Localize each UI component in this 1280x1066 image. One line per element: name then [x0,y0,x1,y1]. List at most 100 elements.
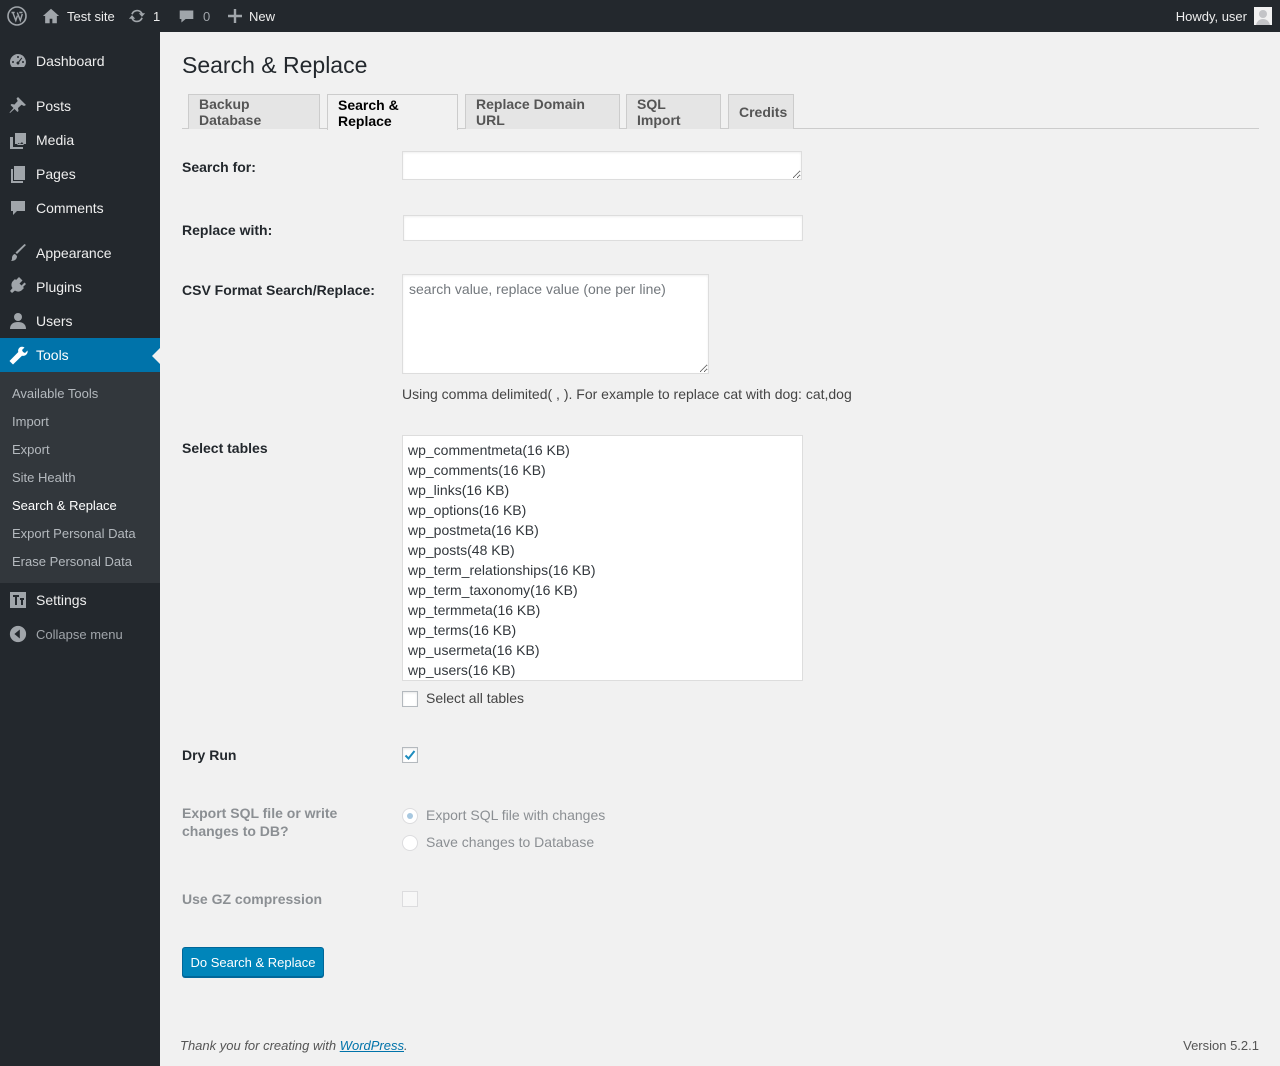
home-icon [42,8,60,24]
table-option[interactable]: wp_usermeta(16 KB) [403,640,802,660]
replace-with-input[interactable] [403,215,803,241]
table-option[interactable]: wp_options(16 KB) [403,500,802,520]
submenu-site-health[interactable]: Site Health [12,470,76,485]
collapse-menu-label: Collapse menu [36,626,123,642]
footer-thanks-text: Thank you for creating with [180,1038,340,1053]
comments-count: 0 [203,8,211,24]
csv-hint: Using comma delimited( , ). For example … [402,386,852,402]
sidebar-item-settings[interactable]: Settings [0,583,160,617]
admin-bar: Test site 1 0 New Howdy, user [0,0,1280,32]
dashboard-icon [0,51,36,71]
sidebar-item-comments[interactable]: Comments [0,191,160,225]
table-option[interactable]: wp_term_relationships(16 KB) [403,560,802,580]
table-option[interactable]: wp_terms(16 KB) [403,620,802,640]
gz-compression-checkbox[interactable] [402,891,418,907]
sidebar-item-media[interactable]: Media [0,123,160,157]
sidebar-item-label: Tools [36,347,69,363]
sidebar-item-label: Media [36,132,75,148]
pushpin-icon [0,96,36,116]
nav-tabs: Backup Database Search & Replace Replace… [182,94,1259,130]
new-content-link[interactable]: New [228,0,275,32]
tab-credits[interactable]: Credits [728,94,794,129]
search-for-label: Search for: [182,159,256,175]
collapse-arrow-icon [0,625,36,643]
submenu-import[interactable]: Import [12,414,49,429]
export-mode-label: Export SQL file or write changes to DB? [182,805,338,839]
wrench-icon [0,345,36,365]
select-tables-label: Select tables [182,440,268,456]
submenu-export-personal-data[interactable]: Export Personal Data [12,526,136,541]
plus-icon [228,9,242,23]
dry-run-checkbox[interactable] [402,747,418,763]
avatar [1254,7,1272,25]
sidebar-item-tools[interactable]: Tools [0,338,160,372]
new-label: New [249,8,276,24]
sidebar-item-label: Users [36,313,73,329]
select-all-checkbox[interactable] [402,691,418,707]
my-account-link[interactable]: Howdy, user [1176,0,1272,32]
page-title: Search & Replace [182,52,368,78]
table-option[interactable]: wp_commentmeta(16 KB) [403,440,802,460]
sidebar-item-label: Appearance [36,245,112,261]
admin-sidebar: Dashboard Posts Media Pages Comments App… [0,32,160,1066]
sidebar-item-dashboard[interactable]: Dashboard [0,44,160,78]
tab-sql-import[interactable]: SQL Import [626,94,721,129]
footer-thanks: Thank you for creating with WordPress. [180,1038,408,1053]
save-to-db-radio[interactable] [402,835,418,851]
plugin-icon [0,277,36,297]
wordpress-logo-icon[interactable] [0,0,34,32]
tools-submenu: Available Tools Import Export Site Healt… [0,372,160,583]
updates-icon [128,9,146,23]
footer-thanks-suffix: . [404,1038,408,1053]
csv-textarea[interactable] [402,274,709,374]
save-to-db-label: Save changes to Database [426,834,595,850]
export-sql-radio[interactable] [402,808,418,824]
sidebar-item-label: Comments [36,200,104,216]
greeting: Howdy, user [1175,8,1247,24]
sidebar-item-label: Dashboard [36,53,105,69]
table-option[interactable]: wp_links(16 KB) [403,480,802,500]
table-option[interactable]: wp_users(16 KB) [403,660,802,680]
sidebar-item-appearance[interactable]: Appearance [0,236,160,270]
sidebar-item-plugins[interactable]: Plugins [0,270,160,304]
table-option[interactable]: wp_postmeta(16 KB) [403,520,802,540]
sidebar-item-label: Settings [36,592,87,608]
table-option[interactable]: wp_posts(48 KB) [403,540,802,560]
tab-replace-domain-url[interactable]: Replace Domain URL [465,94,620,129]
tab-search-replace[interactable]: Search & Replace [327,94,458,130]
submenu-erase-personal-data[interactable]: Erase Personal Data [12,554,132,569]
replace-with-label: Replace with: [182,222,273,238]
dry-run-label: Dry Run [182,747,237,763]
submenu-search-replace[interactable]: Search & Replace [12,498,117,513]
table-option[interactable]: wp_termmeta(16 KB) [403,600,802,620]
updates-link[interactable]: 1 [128,0,160,32]
comment-bubble-icon [179,10,194,22]
search-for-input[interactable] [402,151,802,180]
table-option[interactable]: wp_term_taxonomy(16 KB) [403,580,802,600]
wordpress-link[interactable]: WordPress [340,1038,404,1053]
paintbrush-icon [0,243,36,263]
select-all-label: Select all tables [426,690,525,706]
site-name-link[interactable]: Test site [42,0,115,32]
tables-listbox[interactable]: wp_commentmeta(16 KB) wp_comments(16 KB)… [402,435,803,681]
settings-icon [0,590,36,610]
sidebar-item-posts[interactable]: Posts [0,89,160,123]
sidebar-item-label: Pages [36,166,76,182]
tab-backup-database[interactable]: Backup Database [188,94,320,129]
sidebar-item-label: Plugins [36,279,82,295]
export-sql-label: Export SQL file with changes [426,807,606,823]
sidebar-item-users[interactable]: Users [0,304,160,338]
site-name: Test site [67,8,115,24]
updates-count: 1 [153,8,161,24]
radio-dot [407,813,413,819]
comments-link[interactable]: 0 [178,0,210,32]
table-option[interactable]: wp_comments(16 KB) [403,460,802,480]
do-search-replace-button[interactable]: Do Search & Replace [182,947,324,977]
sidebar-item-pages[interactable]: Pages [0,157,160,191]
collapse-menu-button[interactable]: Collapse menu [0,617,160,651]
submenu-export[interactable]: Export [12,442,50,457]
media-icon [0,130,36,150]
checkmark-icon [404,750,416,760]
gz-compression-label: Use GZ compression [182,891,323,907]
submenu-available-tools[interactable]: Available Tools [12,386,98,401]
